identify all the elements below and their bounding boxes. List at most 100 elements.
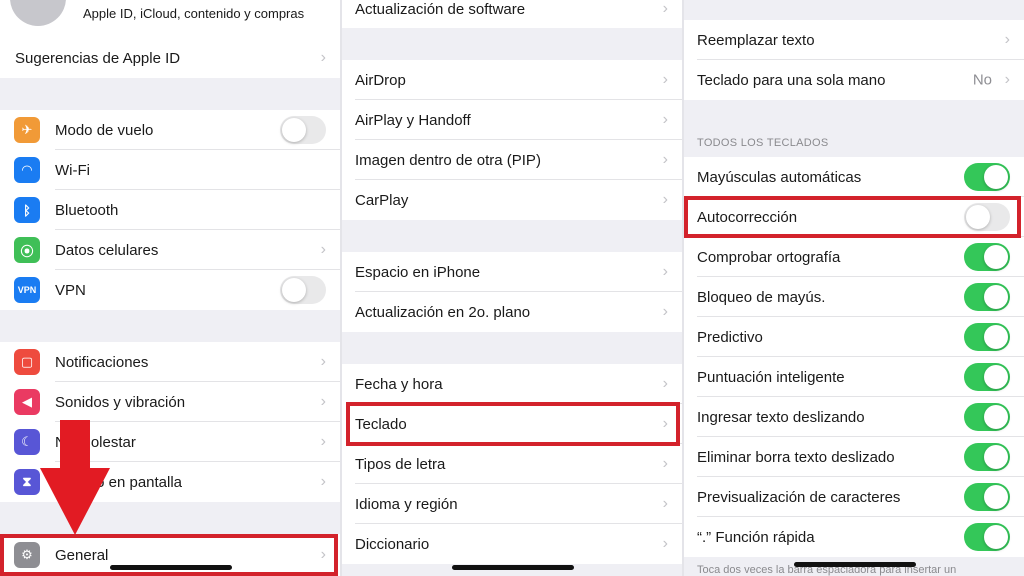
toggle-switch[interactable] xyxy=(964,243,1010,271)
toggle-row-funcion-rapida[interactable]: “.” Función rápida xyxy=(684,517,1024,557)
chevron-right-icon: › xyxy=(662,303,668,320)
row-label: Datos celulares xyxy=(55,241,159,259)
toggle-knob xyxy=(984,245,1008,269)
toggle-switch[interactable] xyxy=(964,283,1010,311)
down-arrow-annotation xyxy=(40,420,110,535)
settings-item-airdrop[interactable]: AirDrop › xyxy=(342,60,682,100)
row-label: Predictivo xyxy=(697,328,763,346)
gear-icon: ⚙ xyxy=(14,542,40,568)
apple-id-row[interactable]: Apple ID, iCloud, contenido y compras › xyxy=(0,0,340,40)
toggle-switch[interactable] xyxy=(964,443,1010,471)
row-label: Puntuación inteligente xyxy=(697,368,845,386)
settings-item-wi-fi[interactable]: ◠ Wi-Fi xyxy=(0,150,340,190)
toggle-row-puntuacion-inteligente[interactable]: Puntuación inteligente xyxy=(684,357,1024,397)
settings-item-reemplazar-texto[interactable]: Reemplazar texto › xyxy=(684,20,1024,60)
toggle-knob xyxy=(282,118,306,142)
toggle-switch[interactable] xyxy=(964,483,1010,511)
settings-item-sonidos-y-vibracion[interactable]: ◀ Sonidos y vibración › xyxy=(0,382,340,422)
hourglass-icon: ⧗ xyxy=(14,469,40,495)
settings-item-tipos-de-letra[interactable]: Tipos de letra › xyxy=(342,444,682,484)
row-label: Wi-Fi xyxy=(55,161,90,179)
keyboard-settings-panel: TODOS LOS TECLADOS Toca dos veces la bar… xyxy=(684,0,1024,576)
notifications-icon: ▢ xyxy=(14,349,40,375)
chevron-right-icon: › xyxy=(1004,71,1010,88)
airplane-icon: ✈ xyxy=(14,117,40,143)
settings-item-software-update[interactable]: Actualización de software › xyxy=(342,0,682,28)
row-label: Tipos de letra xyxy=(355,455,446,473)
settings-item-actualizacion-en-2o-plano[interactable]: Actualización en 2o. plano › xyxy=(342,292,682,332)
toggle-switch[interactable] xyxy=(964,363,1010,391)
toggle-knob xyxy=(966,205,990,229)
chevron-right-icon: › xyxy=(662,151,668,168)
chevron-right-icon: › xyxy=(662,415,668,432)
row-label: Modo de vuelo xyxy=(55,121,154,139)
row-label: Fecha y hora xyxy=(355,375,443,393)
moon-icon: ☾ xyxy=(14,429,40,455)
avatar xyxy=(10,0,66,26)
row-label: Previsualización de caracteres xyxy=(697,488,901,506)
row-value: No xyxy=(972,71,992,89)
toggle-knob xyxy=(282,278,306,302)
toggle-row-bloqueo-de-mayus[interactable]: Bloqueo de mayús. xyxy=(684,277,1024,317)
settings-item-modo-de-vuelo[interactable]: ✈ Modo de vuelo xyxy=(0,110,340,150)
toggle-row-previsualizacion-de-caracteres[interactable]: Previsualización de caracteres xyxy=(684,477,1024,517)
row-label: Actualización de software xyxy=(355,0,526,18)
row-label: Autocorrección xyxy=(697,208,798,226)
row-label: Idioma y región xyxy=(355,495,458,513)
home-indicator xyxy=(110,565,232,570)
settings-item-vpn[interactable]: VPN VPN xyxy=(0,270,340,310)
toggle-row-ingresar-texto-deslizando[interactable]: Ingresar texto deslizando xyxy=(684,397,1024,437)
row-label: Diccionario xyxy=(355,535,430,553)
row-label: Sugerencias de Apple ID xyxy=(15,49,181,67)
apple-id-suggestions-row[interactable]: Sugerencias de Apple ID › xyxy=(0,38,340,78)
toggle-switch[interactable] xyxy=(280,276,326,304)
settings-item-datos-celulares[interactable]: ⦿ Datos celulares › xyxy=(0,230,340,270)
home-indicator xyxy=(794,562,916,567)
row-label: Sonidos y vibración xyxy=(55,393,186,411)
vpn-icon: VPN xyxy=(14,277,40,303)
toggle-row-mayusculas-automaticas[interactable]: Mayúsculas automáticas xyxy=(684,157,1024,197)
settings-item-fecha-y-hora[interactable]: Fecha y hora › xyxy=(342,364,682,404)
chevron-right-icon: › xyxy=(320,241,326,258)
row-label: CarPlay xyxy=(355,191,409,209)
toggle-switch[interactable] xyxy=(964,323,1010,351)
settings-item-airplay-y-handoff[interactable]: AirPlay y Handoff › xyxy=(342,100,682,140)
toggle-row-predictivo[interactable]: Predictivo xyxy=(684,317,1024,357)
bluetooth-icon: ᛒ xyxy=(14,197,40,223)
toggle-switch[interactable] xyxy=(964,403,1010,431)
chevron-right-icon: › xyxy=(662,263,668,280)
chevron-right-icon: › xyxy=(320,353,326,370)
settings-item-carplay[interactable]: CarPlay › xyxy=(342,180,682,220)
chevron-right-icon: › xyxy=(320,49,326,66)
toggle-switch[interactable] xyxy=(964,523,1010,551)
toggle-switch[interactable] xyxy=(964,203,1010,231)
settings-item-imagen-dentro-de-otra-pip[interactable]: Imagen dentro de otra (PIP) › xyxy=(342,140,682,180)
section-header-all-keyboards: TODOS LOS TECLADOS xyxy=(697,137,829,149)
row-label: Imagen dentro de otra (PIP) xyxy=(355,151,541,169)
settings-item-diccionario[interactable]: Diccionario › xyxy=(342,524,682,564)
settings-item-notificaciones[interactable]: ▢ Notificaciones › xyxy=(0,342,340,382)
settings-item-espacio-en-iphone[interactable]: Espacio en iPhone › xyxy=(342,252,682,292)
toggle-row-eliminar-borra-texto-deslizado[interactable]: Eliminar borra texto deslizado xyxy=(684,437,1024,477)
chevron-right-icon: › xyxy=(320,473,326,490)
settings-item-idioma-y-region[interactable]: Idioma y región › xyxy=(342,484,682,524)
toggle-switch[interactable] xyxy=(280,116,326,144)
row-label: Reemplazar texto xyxy=(697,31,815,49)
toggle-knob xyxy=(984,485,1008,509)
row-label: Eliminar borra texto deslizado xyxy=(697,448,895,466)
toggle-switch[interactable] xyxy=(964,163,1010,191)
chevron-right-icon: › xyxy=(662,0,668,17)
toggle-knob xyxy=(984,285,1008,309)
toggle-row-comprobar-ortografia[interactable]: Comprobar ortografía xyxy=(684,237,1024,277)
antenna-icon: ⦿ xyxy=(14,237,40,263)
settings-item-teclado-para-una-sola-mano[interactable]: Teclado para una sola mano No › xyxy=(684,60,1024,100)
chevron-right-icon: › xyxy=(662,455,668,472)
row-label: Mayúsculas automáticas xyxy=(697,168,862,186)
toggle-row-autocorreccion[interactable]: Autocorrección xyxy=(684,197,1024,237)
chevron-right-icon: › xyxy=(662,535,668,552)
settings-item-bluetooth[interactable]: ᛒ Bluetooth xyxy=(0,190,340,230)
wifi-icon: ◠ xyxy=(14,157,40,183)
settings-item-teclado[interactable]: Teclado › xyxy=(342,404,682,444)
chevron-right-icon: › xyxy=(662,111,668,128)
row-label: Teclado xyxy=(355,415,407,433)
